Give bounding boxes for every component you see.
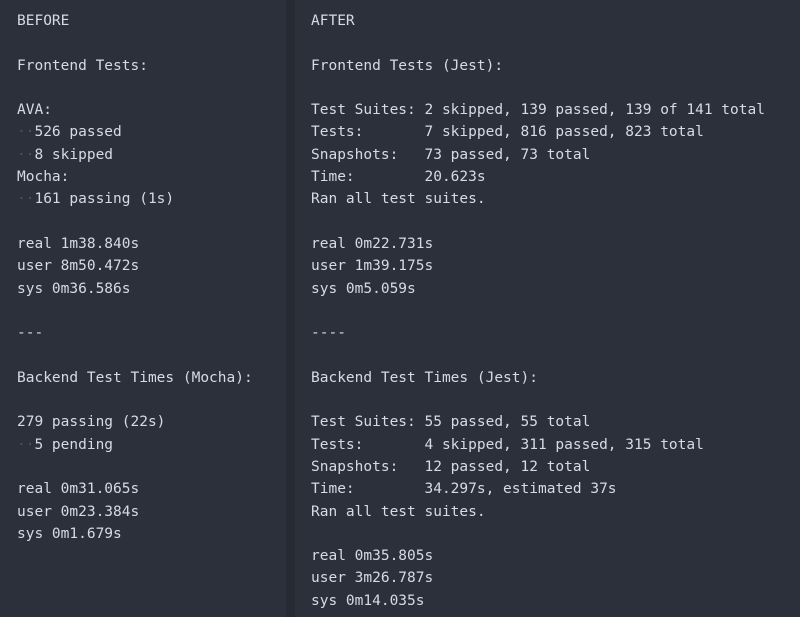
section-separator: ---- xyxy=(311,325,346,342)
mocha-label: Mocha: xyxy=(17,169,70,186)
frontend-test-suites: Test Suites: 2 skipped, 139 passed, 139 … xyxy=(311,102,765,119)
backend-snapshots: Snapshots: 12 passed, 12 total xyxy=(311,458,591,475)
backend-pending-line: ··5 pending xyxy=(17,434,286,456)
frontend-tests-title: Frontend Tests (Jest): xyxy=(311,57,504,74)
backend-ran-all: Ran all test suites. xyxy=(311,503,486,520)
frontend-real-time: real 1m38.840s xyxy=(17,235,140,252)
backend-test-suites: Test Suites: 55 passed, 55 total xyxy=(311,414,591,431)
indent-whitespace-marker: ·· xyxy=(17,436,35,453)
ava-passed-line: ··526 passed xyxy=(17,121,286,143)
backend-tests-count: Tests: 4 skipped, 311 passed, 315 total xyxy=(311,436,704,453)
frontend-tests-count: Tests: 7 skipped, 816 passed, 823 total xyxy=(311,124,704,141)
before-heading: BEFORE xyxy=(17,13,70,29)
backend-passing: 279 passing (22s) xyxy=(17,414,166,431)
backend-sys-time: sys 0m1.679s xyxy=(17,525,122,542)
backend-time: Time: 34.297s, estimated 37s xyxy=(311,481,617,498)
pane-splitter[interactable] xyxy=(286,0,295,617)
after-heading: AFTER xyxy=(311,13,355,29)
ava-passed: 526 passed xyxy=(34,124,122,141)
backend-real-time: real 0m35.805s xyxy=(311,548,434,565)
frontend-tests-title: Frontend Tests: xyxy=(17,57,148,74)
frontend-time: Time: 20.623s xyxy=(311,169,486,186)
frontend-real-time: real 0m22.731s xyxy=(311,235,434,252)
backend-tests-title: Backend Test Times (Mocha): xyxy=(17,369,253,386)
frontend-sys-time: sys 0m5.059s xyxy=(311,280,416,297)
frontend-ran-all: Ran all test suites. xyxy=(311,191,486,208)
frontend-sys-time: sys 0m36.586s xyxy=(17,280,131,297)
backend-tests-title: Backend Test Times (Jest): xyxy=(311,369,538,386)
indent-whitespace-marker: ·· xyxy=(17,146,35,163)
section-separator: --- xyxy=(17,325,44,342)
mocha-passing: 161 passing (1s) xyxy=(34,191,175,208)
backend-pending: 5 pending xyxy=(34,436,114,453)
backend-sys-time: sys 0m14.035s xyxy=(311,592,425,609)
indent-whitespace-marker: ·· xyxy=(17,191,35,208)
ava-skipped: 8 skipped xyxy=(34,146,114,163)
frontend-user-time: user 8m50.472s xyxy=(17,258,140,275)
before-pane: BEFORE Frontend Tests: AVA: ··526 passed… xyxy=(0,0,286,617)
indent-whitespace-marker: ·· xyxy=(17,124,35,141)
backend-real-time: real 0m31.065s xyxy=(17,481,140,498)
editor-split-view: BEFORE Frontend Tests: AVA: ··526 passed… xyxy=(0,0,800,617)
after-pane: AFTER Frontend Tests (Jest): Test Suites… xyxy=(295,0,800,617)
frontend-snapshots: Snapshots: 73 passed, 73 total xyxy=(311,146,591,163)
mocha-passing-line: ··161 passing (1s) xyxy=(17,188,286,210)
ava-label: AVA: xyxy=(17,102,52,119)
backend-user-time: user 0m23.384s xyxy=(17,503,140,520)
backend-user-time: user 3m26.787s xyxy=(311,570,434,587)
ava-skipped-line: ··8 skipped xyxy=(17,144,286,166)
frontend-user-time: user 1m39.175s xyxy=(311,258,434,275)
